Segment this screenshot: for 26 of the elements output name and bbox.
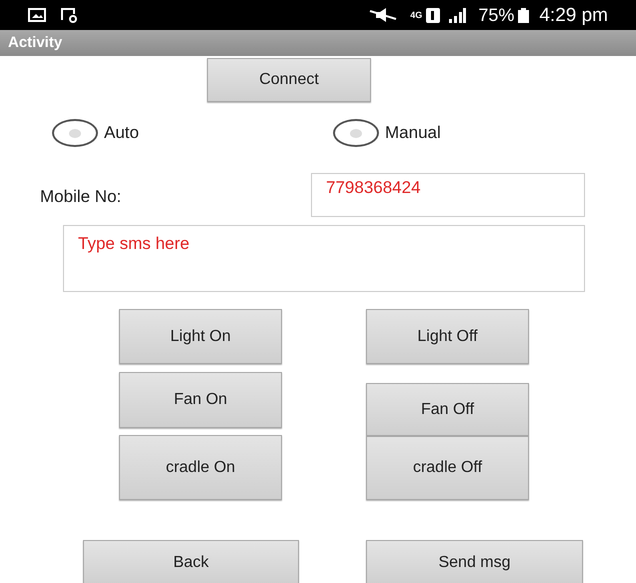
connect-button[interactable]: Connect — [207, 58, 371, 102]
control-button[interactable]: cradle On — [119, 435, 282, 500]
send-button[interactable]: Send msg — [366, 540, 583, 583]
control-button[interactable]: Light On — [119, 309, 282, 364]
battery-icon — [518, 8, 530, 22]
network-type: 4G — [410, 10, 422, 20]
clock-time: 4:29 pm — [539, 6, 608, 24]
image-icon — [28, 8, 46, 22]
mobile-label: Mobile No: — [40, 186, 122, 208]
sim-icon — [426, 8, 440, 22]
screen-icon — [60, 7, 78, 23]
mute-icon — [368, 7, 398, 23]
control-button[interactable]: Fan Off — [366, 383, 529, 436]
signal-icon — [448, 8, 466, 22]
radio-label: Auto — [104, 122, 139, 144]
radio-button[interactable] — [52, 119, 98, 147]
app-title: Activity — [8, 32, 62, 53]
mobile-number-field[interactable]: 7798368424 — [311, 173, 585, 217]
control-button[interactable]: Fan On — [119, 372, 282, 428]
control-button[interactable]: Light Off — [366, 309, 529, 364]
control-button[interactable]: cradle Off — [366, 436, 529, 500]
radio-button[interactable] — [333, 119, 379, 147]
sms-field[interactable]: Type sms here — [63, 225, 585, 292]
back-button[interactable]: Back — [83, 540, 299, 583]
radio-label: Manual — [385, 122, 441, 144]
battery-percent: 75% — [478, 6, 514, 24]
